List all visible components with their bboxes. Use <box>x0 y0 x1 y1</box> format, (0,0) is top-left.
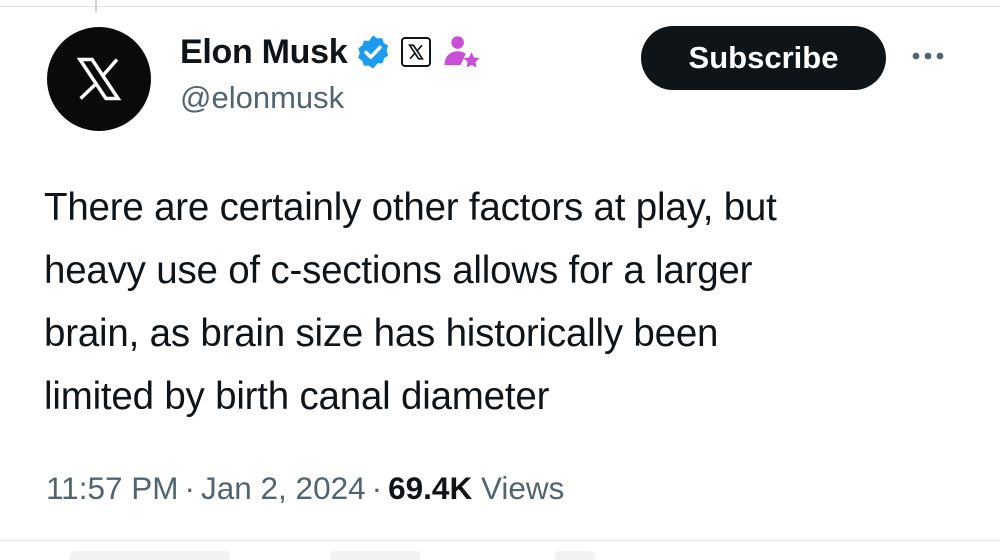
author-name[interactable]: Elon Musk <box>180 33 348 72</box>
views-count: 69.4K <box>388 470 473 506</box>
top-divider <box>0 6 1000 7</box>
tweet-text-line: There are certainly other factors at pla… <box>44 186 777 229</box>
author-block: Elon Musk @elonmusk <box>180 28 483 116</box>
avatar[interactable] <box>47 27 151 131</box>
tweet-date[interactable]: Jan 2, 2024 <box>201 470 366 506</box>
tweet-text-line: heavy use of c-sections allows for a lar… <box>44 249 753 292</box>
x-logo-icon <box>76 57 122 101</box>
meta-separator: · <box>184 470 196 506</box>
subscribe-button[interactable]: Subscribe <box>641 26 886 90</box>
bottom-divider <box>0 540 1000 541</box>
more-icon[interactable] <box>904 36 952 76</box>
tweet-time[interactable]: 11:57 PM <box>46 470 179 506</box>
author-handle[interactable]: @elonmusk <box>180 80 483 116</box>
top-divider-notch <box>95 0 97 12</box>
action-bar-edge <box>555 551 595 560</box>
tweet-meta: 11:57 PM · Jan 2, 2024 · 69.4K Views <box>46 470 564 507</box>
x-affiliate-badge-icon[interactable] <box>401 37 432 67</box>
author-name-row: Elon Musk <box>180 28 483 76</box>
views-label: Views <box>480 470 565 506</box>
affiliate-person-icon[interactable] <box>441 33 483 71</box>
tweet-text: There are certainly other factors at pla… <box>44 176 944 428</box>
meta-separator: · <box>371 470 383 506</box>
tweet-text-line: limited by birth canal diameter <box>44 375 550 418</box>
verified-badge-icon[interactable] <box>354 33 392 71</box>
action-bar-edge <box>70 551 230 560</box>
action-bar-edge <box>330 551 420 560</box>
tweet-card: Elon Musk @elonmusk Subscribe There are … <box>0 0 1000 560</box>
tweet-text-line: brain, as brain size has historically be… <box>44 312 719 355</box>
